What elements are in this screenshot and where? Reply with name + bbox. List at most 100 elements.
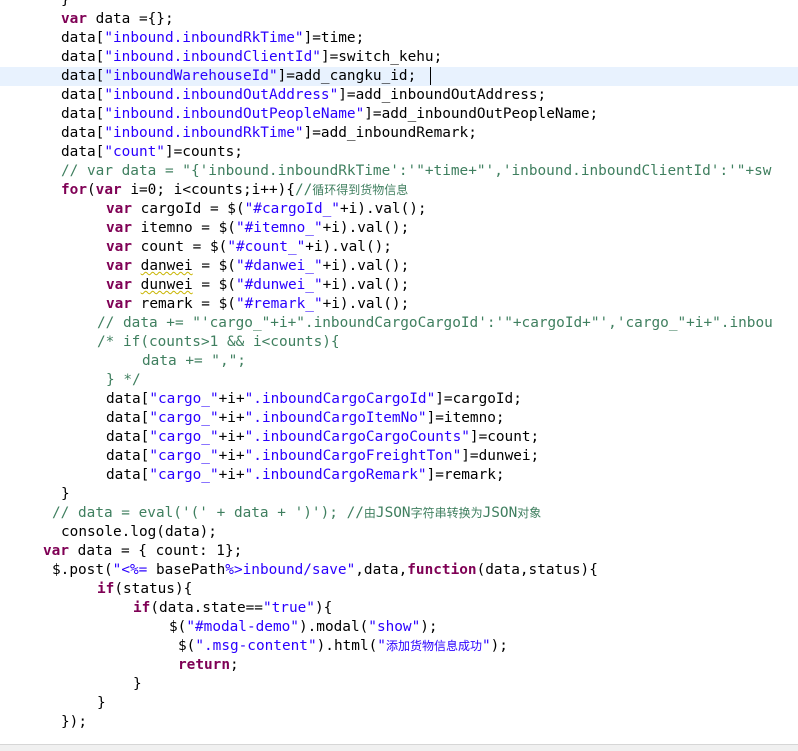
code-token: basePath xyxy=(155,562,226,578)
code-token: danwei xyxy=(140,258,193,274)
code-token: data[ xyxy=(106,429,150,445)
code-token: 添加货物信息成功 xyxy=(385,639,482,653)
code-token: data ={}; xyxy=(87,11,174,27)
code-token: JSON xyxy=(482,505,518,521)
code-token: } xyxy=(97,695,106,711)
code-token: +i+ xyxy=(218,448,245,464)
code-token: console.log(data); xyxy=(61,524,217,540)
code-token: "cargo_" xyxy=(149,467,219,483)
code-line[interactable]: data["cargo_"+i+".inboundCargoCargoId"]=… xyxy=(0,390,798,409)
code-line[interactable]: data["inboundWarehouseId"]=add_cangku_id… xyxy=(0,67,798,86)
code-line[interactable]: var count = $("#count_"+i).val(); xyxy=(0,238,798,257)
code-line[interactable]: if(data.state=="true"){ xyxy=(0,599,798,618)
code-line[interactable]: return; xyxy=(0,656,798,675)
code-line[interactable]: for(var i=0; i<counts;i++){//循环得到货物信息 xyxy=(0,181,798,200)
code-token: var xyxy=(106,201,132,217)
code-line[interactable]: } xyxy=(0,675,798,694)
code-token: $( xyxy=(178,638,196,654)
code-line[interactable]: var remark = $("#remark_"+i).val(); xyxy=(0,295,798,314)
code-token: "inbound.inboundOutPeopleName" xyxy=(104,106,365,122)
code-token: var xyxy=(106,296,132,312)
code-token: ); xyxy=(420,619,438,635)
code-line[interactable]: data["inbound.inboundClientId"]=switch_k… xyxy=(0,48,798,67)
code-token: data[ xyxy=(106,467,150,483)
code-token: +i+ xyxy=(218,467,245,483)
code-token: +i).val(); xyxy=(322,277,410,293)
code-line[interactable]: var danwei = $("#danwei_"+i).val(); xyxy=(0,257,798,276)
code-line[interactable]: console.log(data); xyxy=(0,523,798,542)
code-line[interactable]: } xyxy=(0,694,798,713)
code-editor[interactable]: } var data ={}; data["inbound.inboundRkTim… xyxy=(0,0,798,750)
code-line[interactable]: data["count"]=counts; xyxy=(0,143,798,162)
code-token: if xyxy=(97,581,115,597)
code-line[interactable]: // var data = "{'inbound.inboundRkTime':… xyxy=(0,162,798,181)
code-line[interactable]: data["inbound.inboundRkTime"]=add_inboun… xyxy=(0,124,798,143)
code-line[interactable]: // data += "'cargo_"+i+".inboundCargoCar… xyxy=(0,314,798,333)
code-line[interactable]: data["inbound.inboundOutAddress"]=add_in… xyxy=(0,86,798,105)
code-token: dunwei xyxy=(140,277,193,293)
code-line[interactable]: var itemno = $("#itemno_"+i).val(); xyxy=(0,219,798,238)
code-token: data[ xyxy=(106,448,150,464)
code-token: return xyxy=(178,657,230,673)
code-token: +i).val(); xyxy=(339,201,427,217)
code-token: "cargo_" xyxy=(149,429,219,445)
code-token: ).modal( xyxy=(298,619,369,635)
code-line[interactable]: data["cargo_"+i+".inboundCargoItemNo"]=i… xyxy=(0,409,798,428)
code-line[interactable]: data += ","; xyxy=(0,352,798,371)
code-line[interactable]: $("#modal-demo").modal("show"); xyxy=(0,618,798,637)
code-token: ]=switch_kehu; xyxy=(320,49,443,65)
code-token: data[ xyxy=(61,125,105,141)
code-line[interactable]: data["inbound.inboundOutPeopleName"]=add… xyxy=(0,105,798,124)
code-token: if xyxy=(133,600,151,616)
code-token: $( xyxy=(169,619,187,635)
code-token: "#modal-demo" xyxy=(186,619,299,635)
code-line[interactable]: $(".msg-content").html("添加货物信息成功"); xyxy=(0,637,798,656)
code-line[interactable]: data["cargo_"+i+".inboundCargoCargoCount… xyxy=(0,428,798,447)
code-token: "inbound.inboundRkTime" xyxy=(104,125,304,141)
code-line[interactable]: var data ={}; xyxy=(0,10,798,29)
code-line[interactable]: // data = eval('(' + data + ')'); //由JSO… xyxy=(0,504,798,523)
code-line[interactable]: } */ xyxy=(0,371,798,390)
code-token: } xyxy=(61,486,70,502)
code-token: "inbound.inboundRkTime" xyxy=(104,30,304,46)
code-token: "#cargoId_" xyxy=(244,201,340,217)
code-line[interactable]: data["inbound.inboundRkTime"]=time; xyxy=(0,29,798,48)
code-token: var xyxy=(106,258,132,274)
code-line[interactable]: } xyxy=(0,485,798,504)
code-token: var xyxy=(106,239,132,255)
code-token: function xyxy=(407,562,477,578)
code-line[interactable]: } xyxy=(0,0,798,10)
code-token: var xyxy=(43,543,69,559)
code-token: var xyxy=(106,277,132,293)
code-token: " xyxy=(481,638,491,654)
code-token: ".inboundCargoCargoCounts" xyxy=(244,429,470,445)
code-line[interactable]: data["cargo_"+i+".inboundCargoFreightTon… xyxy=(0,447,798,466)
code-line[interactable]: data["cargo_"+i+".inboundCargoRemark"]=r… xyxy=(0,466,798,485)
code-token: data[ xyxy=(61,87,105,103)
code-line[interactable]: /* if(counts>1 && i<counts){ xyxy=(0,333,798,352)
code-line[interactable]: if(status){ xyxy=(0,580,798,599)
code-line[interactable]: var data = { count: 1}; xyxy=(0,542,798,561)
code-token: +i).val(); xyxy=(305,239,392,255)
code-token: data[ xyxy=(106,410,150,426)
code-token: ]=count; xyxy=(469,429,540,445)
code-token: ".inboundCargoItemNo" xyxy=(244,410,427,426)
code-token: ".inboundCargoRemark" xyxy=(244,467,427,483)
code-token: +i).val(); xyxy=(322,296,410,312)
code-token: data[ xyxy=(61,144,105,160)
code-line[interactable]: var dunwei = $("#dunwei_"+i).val(); xyxy=(0,276,798,295)
code-token: data = { count: 1}; xyxy=(69,543,243,559)
code-token: " xyxy=(377,638,386,654)
code-token: "inbound.inboundClientId" xyxy=(104,49,321,65)
code-token: "#remark_" xyxy=(235,296,323,312)
code-token: $.post( xyxy=(52,562,113,578)
code-line[interactable]: }); xyxy=(0,713,798,732)
code-token: // data += "'cargo_"+i+".inboundCargoCar… xyxy=(97,315,773,331)
code-token: +i+ xyxy=(218,410,245,426)
code-token: ".inboundCargoCargoId" xyxy=(244,391,436,407)
code-token: ).html( xyxy=(316,638,378,654)
code-token: cargoId = $( xyxy=(132,201,245,217)
code-token: itemno = $( xyxy=(132,220,236,236)
code-line[interactable]: var cargoId = $("#cargoId_"+i).val(); xyxy=(0,200,798,219)
code-line[interactable]: $.post("<%= basePath%>inbound/save",data… xyxy=(0,561,798,580)
